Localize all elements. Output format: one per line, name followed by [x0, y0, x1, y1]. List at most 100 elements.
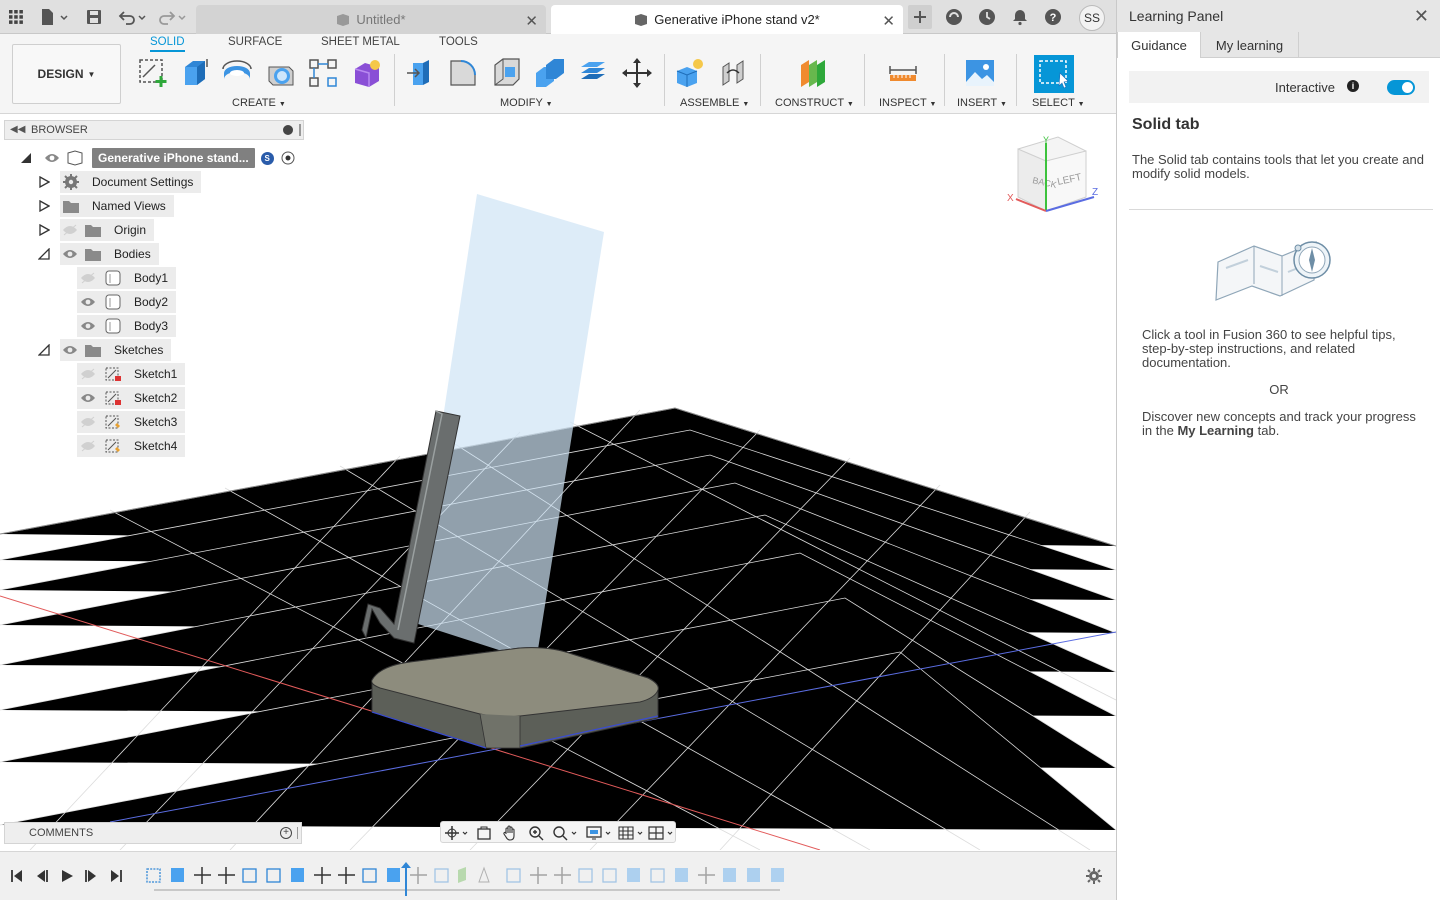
user-avatar[interactable]: SS	[1079, 5, 1105, 31]
collapsed-triangle-icon[interactable]	[38, 224, 50, 236]
step-forward-icon[interactable]	[82, 868, 100, 884]
display-settings-icon[interactable]	[585, 824, 615, 842]
measure-icon[interactable]	[886, 56, 920, 90]
3d-viewport[interactable]: BACK LEFT X Y Z	[0, 115, 1116, 850]
fit-zoom-icon[interactable]	[551, 824, 581, 842]
hidden-eye-icon[interactable]	[80, 272, 96, 284]
add-comment-icon[interactable]: +	[280, 827, 292, 839]
joint-icon[interactable]	[716, 56, 750, 90]
collapsed-triangle-icon[interactable]	[38, 176, 50, 188]
tree-row-body3[interactable]: Body3	[77, 315, 177, 337]
origin-node[interactable]: Origin	[60, 219, 155, 241]
zoom-icon[interactable]	[525, 824, 547, 842]
assemble-menu[interactable]: ASSEMBLE ▼	[680, 97, 749, 109]
step-back-icon[interactable]	[33, 868, 51, 884]
sketch4-node[interactable]: Sketch4	[77, 435, 186, 457]
inspect-menu[interactable]: INSPECT ▼	[879, 97, 936, 109]
insert-menu[interactable]: INSERT ▼	[957, 97, 1007, 109]
apps-grid-icon[interactable]	[5, 6, 27, 28]
rectangular-pattern-icon[interactable]	[306, 56, 340, 90]
interactive-toggle-switch[interactable]	[1387, 80, 1415, 95]
my-learning-link[interactable]: My Learning	[1177, 423, 1254, 438]
info-icon[interactable]: i	[1347, 80, 1359, 92]
expanded-triangle-icon[interactable]	[20, 152, 32, 164]
body1-node[interactable]: Body1	[77, 267, 177, 289]
viewports-icon[interactable]	[647, 824, 677, 842]
shell-icon[interactable]	[533, 56, 567, 90]
visibility-eye-icon[interactable]	[80, 296, 96, 308]
offset-plane-icon[interactable]	[796, 56, 830, 90]
hidden-eye-icon[interactable]	[80, 368, 96, 380]
go-to-start-icon[interactable]	[8, 868, 26, 884]
visibility-eye-icon[interactable]	[62, 344, 78, 356]
tree-row-body2[interactable]: Body2	[77, 291, 177, 313]
panel-grip-icon[interactable]	[297, 827, 299, 839]
tab-surface[interactable]: SURFACE	[228, 36, 282, 48]
job-status-clock-icon[interactable]	[976, 6, 998, 28]
hidden-eye-icon[interactable]	[80, 440, 96, 452]
select-tool-icon[interactable]	[1034, 55, 1074, 93]
create-menu[interactable]: CREATE ▼	[232, 97, 286, 109]
visibility-eye-icon[interactable]	[62, 248, 78, 260]
hidden-eye-icon[interactable]	[80, 416, 96, 428]
insert-image-icon[interactable]	[963, 56, 997, 90]
tree-row-named-views[interactable]: Named Views	[38, 195, 174, 217]
tree-row-sketch4[interactable]: Sketch4	[77, 435, 186, 457]
fillet-icon[interactable]	[446, 56, 480, 90]
grid-settings-icon[interactable]	[617, 824, 647, 842]
timeline-track[interactable]	[140, 862, 800, 896]
expanded-triangle-icon[interactable]	[38, 248, 50, 260]
view-cube[interactable]: BACK LEFT X Y Z	[1004, 135, 1114, 235]
close-icon[interactable]: ✕	[1414, 6, 1429, 27]
close-icon[interactable]: ✕	[882, 12, 895, 30]
extensions-icon[interactable]	[943, 6, 965, 28]
model-canvas[interactable]	[0, 115, 1116, 850]
go-to-end-icon[interactable]	[107, 868, 125, 884]
tree-row-sketch1[interactable]: Sketch1	[77, 363, 186, 385]
tree-row-sketch2[interactable]: Sketch2	[77, 387, 186, 409]
orbit-icon[interactable]	[443, 824, 471, 842]
tab-untitled[interactable]: Untitled* ✕	[196, 5, 546, 34]
sketch2-node[interactable]: Sketch2	[77, 387, 186, 409]
body3-node[interactable]: Body3	[77, 315, 177, 337]
sketch3-node[interactable]: Sketch3	[77, 411, 186, 433]
root-component-label[interactable]: Generative iPhone stand...	[92, 148, 255, 168]
minimize-panel-icon[interactable]	[283, 125, 293, 135]
visibility-eye-icon[interactable]	[80, 392, 96, 404]
workspace-switcher[interactable]: DESIGN ▼	[12, 44, 121, 104]
move-copy-icon[interactable]	[620, 56, 654, 90]
play-icon[interactable]	[58, 868, 76, 884]
construct-menu[interactable]: CONSTRUCT ▼	[775, 97, 854, 109]
tab-sheet-metal[interactable]: SHEET METAL	[321, 36, 400, 48]
help-icon[interactable]: ?	[1042, 6, 1064, 28]
comments-panel[interactable]: COMMENTS +	[4, 822, 302, 844]
collapsed-triangle-icon[interactable]	[38, 200, 50, 212]
tree-row-bodies[interactable]: Bodies	[38, 243, 159, 265]
create-sketch-icon[interactable]	[136, 56, 170, 90]
pan-hand-icon[interactable]	[499, 824, 521, 842]
tab-tools[interactable]: TOOLS	[439, 36, 478, 48]
tree-row-sketches[interactable]: Sketches	[38, 339, 172, 361]
timeline-settings-gear-icon[interactable]	[1085, 868, 1103, 884]
file-menu-icon[interactable]	[38, 6, 70, 28]
chamfer-icon[interactable]	[490, 56, 524, 90]
tree-row-origin[interactable]: Origin	[38, 219, 155, 241]
close-icon[interactable]: ✕	[525, 12, 538, 30]
new-tab-plus-icon[interactable]	[908, 5, 932, 29]
tree-row-document-settings[interactable]: Document Settings	[38, 171, 202, 193]
activate-radio-icon[interactable]	[281, 151, 295, 165]
bodies-node[interactable]: Bodies	[60, 243, 159, 265]
named-views-node[interactable]: Named Views	[60, 195, 174, 217]
sketches-node[interactable]: Sketches	[60, 339, 172, 361]
hidden-eye-icon[interactable]	[62, 224, 78, 236]
create-form-icon[interactable]	[350, 56, 384, 90]
tree-root-row[interactable]: Generative iPhone stand... S	[20, 147, 295, 169]
redo-icon[interactable]	[156, 6, 188, 28]
modify-menu[interactable]: MODIFY ▼	[500, 97, 553, 109]
panel-grip-icon[interactable]	[299, 124, 301, 136]
tab-guidance[interactable]: Guidance	[1117, 32, 1201, 58]
tree-row-sketch3[interactable]: Sketch3	[77, 411, 186, 433]
look-at-icon[interactable]	[473, 824, 495, 842]
body2-node[interactable]: Body2	[77, 291, 177, 313]
tree-row-body1[interactable]: Body1	[77, 267, 177, 289]
